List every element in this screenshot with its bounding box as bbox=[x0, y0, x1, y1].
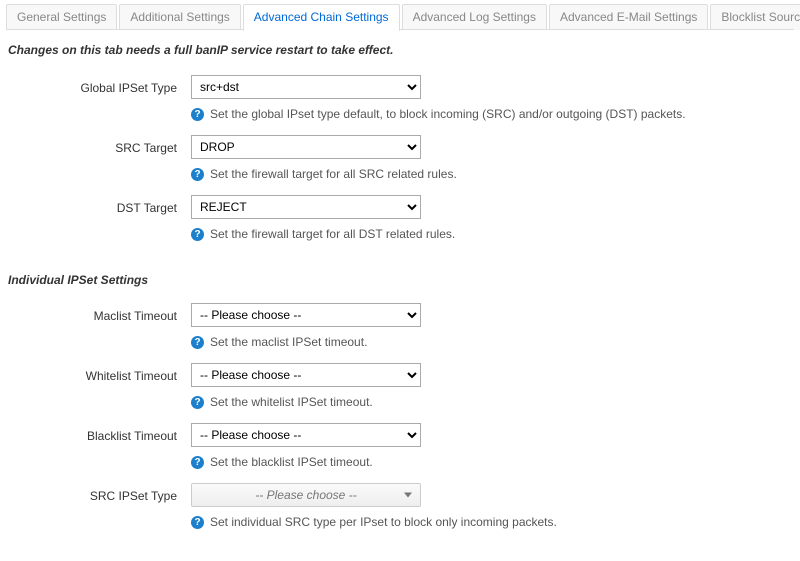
help-maclist-timeout: Set the maclist IPSet timeout. bbox=[210, 335, 367, 349]
label-src-target: SRC Target bbox=[6, 135, 191, 195]
label-dst-target: DST Target bbox=[6, 195, 191, 255]
label-global-ipset-type: Global IPSet Type bbox=[6, 75, 191, 135]
tab-advanced-log-settings[interactable]: Advanced Log Settings bbox=[402, 4, 547, 30]
tab-additional-settings[interactable]: Additional Settings bbox=[119, 4, 240, 30]
help-icon: ? bbox=[191, 108, 204, 121]
chevron-down-icon bbox=[404, 493, 412, 498]
help-dst-target: Set the firewall target for all DST rela… bbox=[210, 227, 455, 241]
label-blacklist-timeout: Blacklist Timeout bbox=[6, 423, 191, 483]
help-icon: ? bbox=[191, 228, 204, 241]
help-whitelist-timeout: Set the whitelist IPSet timeout. bbox=[210, 395, 373, 409]
tab-blocklist-sources[interactable]: Blocklist Sources bbox=[710, 4, 800, 30]
select-blacklist-timeout[interactable]: -- Please choose -- bbox=[191, 423, 421, 447]
individual-ipset-form: Maclist Timeout -- Please choose -- ? Se… bbox=[6, 303, 794, 543]
help-icon: ? bbox=[191, 336, 204, 349]
help-icon: ? bbox=[191, 516, 204, 529]
select-src-target[interactable]: DROP bbox=[191, 135, 421, 159]
tab-general-settings[interactable]: General Settings bbox=[6, 4, 117, 30]
select-maclist-timeout[interactable]: -- Please choose -- bbox=[191, 303, 421, 327]
label-maclist-timeout: Maclist Timeout bbox=[6, 303, 191, 363]
help-global-ipset-type: Set the global IPset type default, to bl… bbox=[210, 107, 686, 121]
tab-advanced-chain-settings[interactable]: Advanced Chain Settings bbox=[243, 4, 400, 31]
help-blacklist-timeout: Set the blacklist IPSet timeout. bbox=[210, 455, 373, 469]
label-whitelist-timeout: Whitelist Timeout bbox=[6, 363, 191, 423]
tab-advanced-email-settings[interactable]: Advanced E-Mail Settings bbox=[549, 4, 708, 30]
settings-tabs: General Settings Additional Settings Adv… bbox=[6, 4, 794, 30]
restart-note: Changes on this tab needs a full banIP s… bbox=[8, 43, 794, 57]
help-src-target: Set the firewall target for all SRC rela… bbox=[210, 167, 457, 181]
combo-src-ipset-type[interactable]: -- Please choose -- bbox=[191, 483, 421, 507]
select-whitelist-timeout[interactable]: -- Please choose -- bbox=[191, 363, 421, 387]
help-icon: ? bbox=[191, 168, 204, 181]
help-src-ipset-type: Set individual SRC type per IPset to blo… bbox=[210, 515, 557, 529]
combo-src-ipset-type-value: -- Please choose -- bbox=[255, 488, 356, 502]
select-global-ipset-type[interactable]: src+dst bbox=[191, 75, 421, 99]
section-individual-ipset: Individual IPSet Settings bbox=[8, 273, 794, 287]
help-icon: ? bbox=[191, 456, 204, 469]
label-src-ipset-type: SRC IPSet Type bbox=[6, 483, 191, 543]
chain-settings-form: Global IPSet Type src+dst ? Set the glob… bbox=[6, 75, 794, 255]
help-icon: ? bbox=[191, 396, 204, 409]
select-dst-target[interactable]: REJECT bbox=[191, 195, 421, 219]
